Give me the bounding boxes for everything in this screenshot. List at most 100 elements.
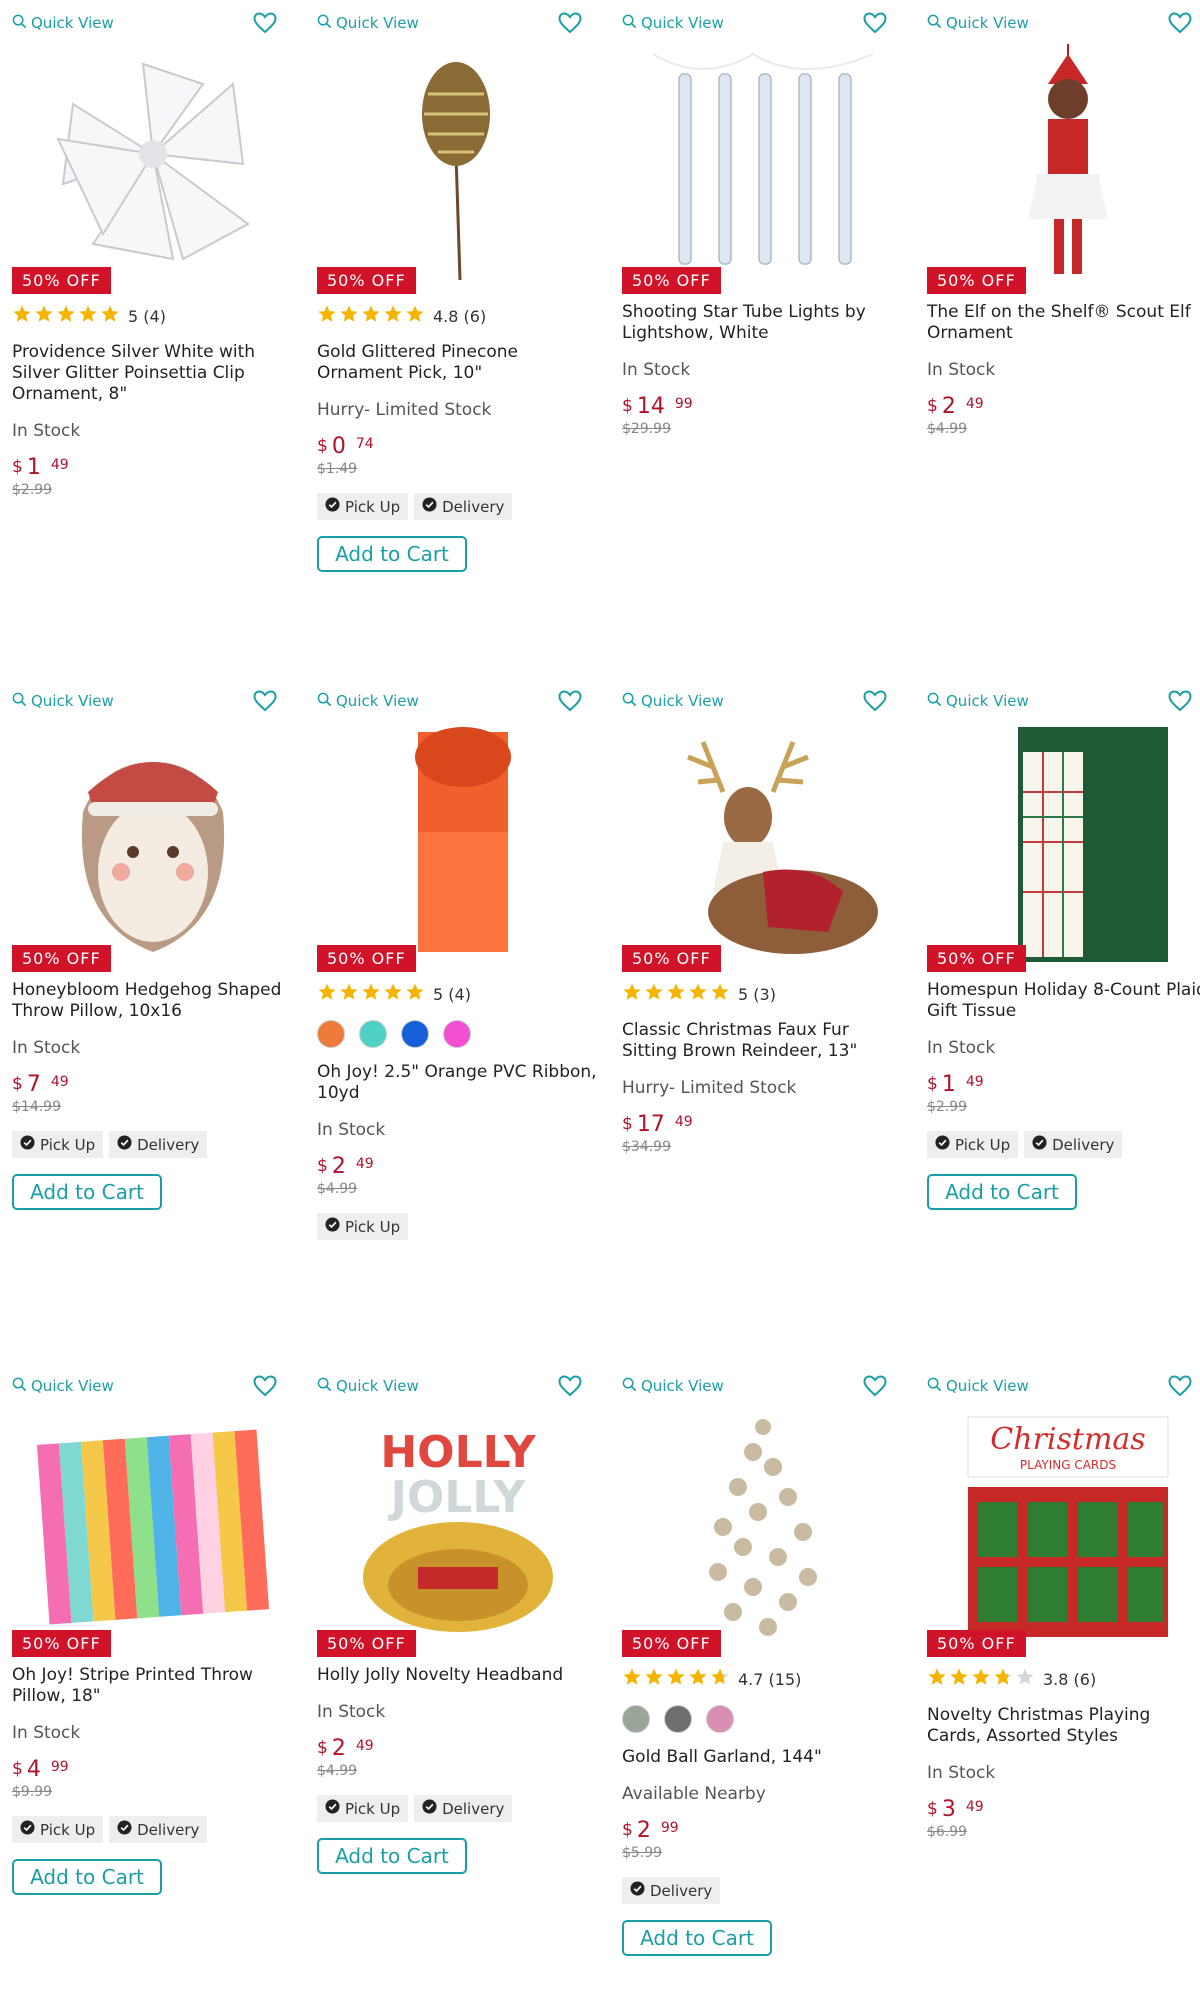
star-icon: [317, 982, 337, 1006]
rating[interactable]: 5 (3): [622, 982, 903, 1006]
price-cents: 49: [355, 1738, 374, 1754]
product-title[interactable]: Novelty Christmas Playing Cards, Assorte…: [927, 1705, 1200, 1747]
quick-view-link[interactable]: Quick View: [622, 1377, 724, 1396]
add-to-cart-button[interactable]: Add to Cart: [927, 1174, 1077, 1210]
star-icon: [12, 304, 32, 328]
quick-view-link[interactable]: Quick View: [12, 1377, 114, 1396]
delivery-chip[interactable]: Delivery: [414, 1795, 513, 1822]
product-title[interactable]: Gold Ball Garland, 144": [622, 1747, 903, 1768]
product-title[interactable]: Gold Glittered Pinecone Ornament Pick, 1…: [317, 342, 598, 384]
delivery-chip[interactable]: Delivery: [622, 1877, 721, 1904]
delivery-chip[interactable]: Delivery: [109, 1131, 208, 1158]
star-icon: [361, 304, 381, 328]
product-title[interactable]: Classic Christmas Faux Fur Sitting Brown…: [622, 1020, 903, 1062]
product-image[interactable]: 50% OFF: [317, 40, 598, 294]
color-swatch[interactable]: [359, 1020, 387, 1048]
heart-icon[interactable]: [863, 12, 887, 34]
add-to-cart-button[interactable]: Add to Cart: [622, 1920, 772, 1956]
price-currency: $: [622, 1820, 633, 1840]
pickup-chip[interactable]: Pick Up: [12, 1816, 104, 1843]
rating[interactable]: 3.8 (6): [927, 1667, 1200, 1691]
heart-icon[interactable]: [1168, 690, 1192, 712]
delivery-chip[interactable]: Delivery: [109, 1816, 208, 1843]
product-title[interactable]: Oh Joy! 2.5" Orange PVC Ribbon, 10yd: [317, 1062, 598, 1104]
rating[interactable]: 4.8 (6): [317, 304, 598, 328]
color-swatch[interactable]: [664, 1705, 692, 1733]
rating[interactable]: 5 (4): [12, 304, 293, 328]
product-title[interactable]: The Elf on the Shelf® Scout Elf Ornament: [927, 302, 1200, 344]
heart-icon[interactable]: [558, 690, 582, 712]
product-image[interactable]: HOLLY JOLLY 50% OFF: [317, 1403, 598, 1657]
add-to-cart-button[interactable]: Add to Cart: [12, 1174, 162, 1210]
heart-icon[interactable]: [863, 690, 887, 712]
product-title[interactable]: Shooting Star Tube Lights by Lightshow, …: [622, 302, 903, 344]
quick-view-link[interactable]: Quick View: [317, 14, 419, 33]
quick-view-link[interactable]: Quick View: [12, 14, 114, 33]
heart-icon[interactable]: [253, 690, 277, 712]
card-top-row: Quick View: [12, 12, 293, 34]
rating[interactable]: 4.7 (15): [622, 1667, 903, 1691]
delivery-chip[interactable]: Delivery: [1024, 1131, 1123, 1158]
quick-view-link[interactable]: Quick View: [622, 692, 724, 711]
star-icon: [971, 1667, 991, 1691]
heart-icon[interactable]: [558, 12, 582, 34]
price-dollars: 4: [26, 1757, 41, 1782]
quick-view-link[interactable]: Quick View: [317, 1377, 419, 1396]
quick-view-link[interactable]: Quick View: [12, 692, 114, 711]
heart-icon[interactable]: [253, 12, 277, 34]
pickup-chip[interactable]: Pick Up: [317, 1213, 409, 1240]
product-image[interactable]: 50% OFF: [12, 1403, 293, 1657]
color-swatch[interactable]: [443, 1020, 471, 1048]
color-swatch[interactable]: [317, 1020, 345, 1048]
quick-view-link[interactable]: Quick View: [927, 14, 1029, 33]
product-image[interactable]: 50% OFF: [927, 40, 1200, 294]
add-to-cart-button[interactable]: Add to Cart: [317, 536, 467, 572]
star-icon: [383, 982, 403, 1006]
product-image[interactable]: 50% OFF: [927, 718, 1200, 972]
pickup-chip[interactable]: Pick Up: [12, 1131, 104, 1158]
quick-view-link[interactable]: Quick View: [927, 692, 1029, 711]
delivery-label: Delivery: [137, 1820, 200, 1839]
product-image[interactable]: 50% OFF: [622, 718, 903, 972]
product-title[interactable]: Honeybloom Hedgehog Shaped Throw Pillow,…: [12, 980, 293, 1022]
product-image[interactable]: Christmas PLAYING CARDS 50% OFF: [927, 1403, 1200, 1657]
product-image[interactable]: 50% OFF: [622, 1403, 903, 1657]
product-image[interactable]: 50% OFF: [12, 718, 293, 972]
color-swatch[interactable]: [622, 1705, 650, 1733]
star-icon: [56, 304, 76, 328]
star-icon: [78, 304, 98, 328]
card-top-row: Quick View: [927, 12, 1200, 34]
delivery-label: Delivery: [1052, 1135, 1115, 1154]
product-title[interactable]: Providence Silver White with Silver Glit…: [12, 342, 293, 405]
pickup-label: Pick Up: [955, 1135, 1011, 1154]
quick-view-link[interactable]: Quick View: [317, 692, 419, 711]
pickup-chip[interactable]: Pick Up: [317, 1795, 409, 1822]
rating[interactable]: 5 (4): [317, 982, 598, 1006]
product-image[interactable]: 50% OFF: [622, 40, 903, 294]
fulfillment-options: Pick Up Delivery: [12, 1816, 293, 1843]
add-to-cart-button[interactable]: Add to Cart: [317, 1838, 467, 1874]
pickup-chip[interactable]: Pick Up: [317, 493, 409, 520]
add-to-cart-button[interactable]: Add to Cart: [12, 1859, 162, 1895]
price-currency: $: [622, 396, 633, 416]
product-title[interactable]: Oh Joy! Stripe Printed Throw Pillow, 18": [12, 1665, 293, 1707]
heart-icon[interactable]: [1168, 12, 1192, 34]
product-image[interactable]: 50% OFF: [317, 718, 598, 972]
price-dollars: 2: [331, 1736, 346, 1761]
color-swatch[interactable]: [706, 1705, 734, 1733]
delivery-chip[interactable]: Delivery: [414, 493, 513, 520]
quick-view-link[interactable]: Quick View: [622, 14, 724, 33]
heart-icon[interactable]: [1168, 1375, 1192, 1397]
heart-icon[interactable]: [558, 1375, 582, 1397]
pickup-chip[interactable]: Pick Up: [927, 1131, 1019, 1158]
color-swatch[interactable]: [401, 1020, 429, 1048]
product-title[interactable]: Holly Jolly Novelty Headband: [317, 1665, 598, 1686]
sale-price: $0 74: [317, 434, 598, 459]
product-image[interactable]: 50% OFF: [12, 40, 293, 294]
price-currency: $: [317, 1156, 328, 1176]
product-title[interactable]: Homespun Holiday 8-Count Plaid Gift Tiss…: [927, 980, 1200, 1022]
heart-icon[interactable]: [253, 1375, 277, 1397]
star-icon: [34, 304, 54, 328]
heart-icon[interactable]: [863, 1375, 887, 1397]
quick-view-link[interactable]: Quick View: [927, 1377, 1029, 1396]
